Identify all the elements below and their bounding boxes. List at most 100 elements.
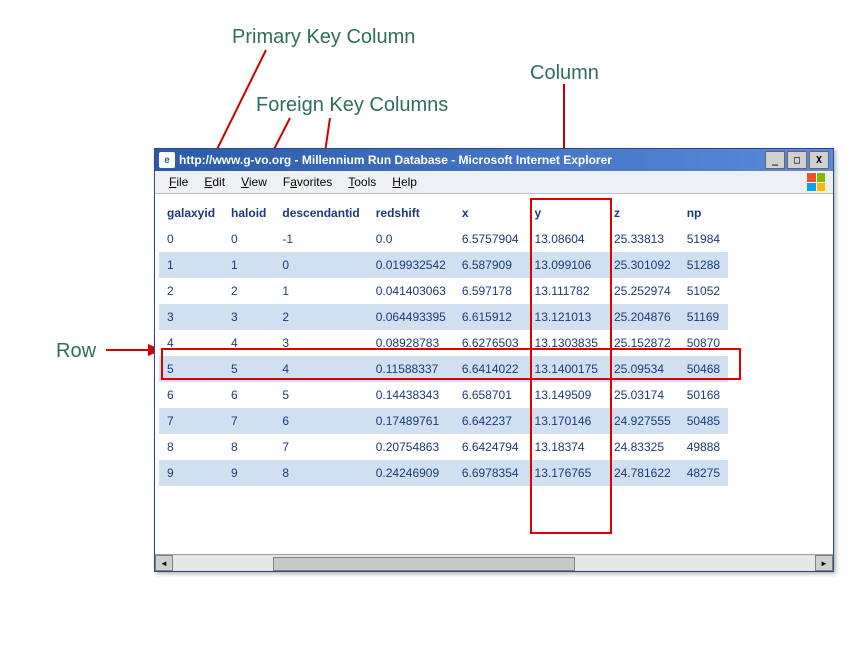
col-header-y: y [527, 200, 606, 226]
maximize-button[interactable]: □ [787, 151, 807, 169]
table-cell: 13.1303835 [527, 330, 606, 356]
table-cell: 6 [223, 382, 274, 408]
table-row: 2210.0414030636.59717813.11178225.252974… [159, 278, 728, 304]
table-cell: 49888 [679, 434, 728, 460]
scroll-left-button[interactable]: ◄ [155, 555, 173, 571]
table-cell: 4 [223, 330, 274, 356]
table-row: 7760.174897616.64223713.17014624.9275555… [159, 408, 728, 434]
col-header-galaxyid: galaxyid [159, 200, 223, 226]
table-cell: 2 [159, 278, 223, 304]
table-cell: 3 [274, 330, 367, 356]
table-cell: 6.597178 [454, 278, 527, 304]
scroll-track[interactable] [173, 556, 815, 570]
table-cell: 50468 [679, 356, 728, 382]
table-cell: 6.615912 [454, 304, 527, 330]
table-cell: 25.09534 [606, 356, 679, 382]
table-cell: 7 [159, 408, 223, 434]
windows-logo-icon [807, 173, 825, 191]
col-header-descendantid: descendantid [274, 200, 367, 226]
table-cell: 0.019932542 [368, 252, 454, 278]
table-row: 5540.115883376.641402213.140017525.09534… [159, 356, 728, 382]
browser-window: e http://www.g-vo.org - Millennium Run D… [154, 148, 834, 572]
table-cell: 25.204876 [606, 304, 679, 330]
table-cell: 6.6414022 [454, 356, 527, 382]
table-cell: 0.17489761 [368, 408, 454, 434]
table-cell: 25.03174 [606, 382, 679, 408]
table-cell: 6.6424794 [454, 434, 527, 460]
table-cell: 0.08928783 [368, 330, 454, 356]
table-cell: 25.33813 [606, 226, 679, 252]
table-cell: 0 [159, 226, 223, 252]
table-row: 8870.207548636.642479413.1837424.8332549… [159, 434, 728, 460]
table-cell: 13.170146 [527, 408, 606, 434]
table-cell: 13.18374 [527, 434, 606, 460]
table-cell: 13.149509 [527, 382, 606, 408]
table-header-row: galaxyid haloid descendantid redshift x … [159, 200, 728, 226]
table-cell: 13.1400175 [527, 356, 606, 382]
table-cell: 6.587909 [454, 252, 527, 278]
annotation-foreign-keys: Foreign Key Columns [256, 94, 448, 117]
col-header-z: z [606, 200, 679, 226]
table-cell: 0.14438343 [368, 382, 454, 408]
col-header-redshift: redshift [368, 200, 454, 226]
menu-file[interactable]: File [161, 173, 196, 191]
table-cell: 7 [223, 408, 274, 434]
table-cell: -1 [274, 226, 367, 252]
table-cell: 6 [159, 382, 223, 408]
table-cell: 6.6276503 [454, 330, 527, 356]
table-cell: 0.064493395 [368, 304, 454, 330]
horizontal-scrollbar[interactable]: ◄ ► [155, 554, 833, 571]
table-cell: 50485 [679, 408, 728, 434]
col-header-haloid: haloid [223, 200, 274, 226]
table-cell: 8 [159, 434, 223, 460]
table-cell: 0.041403063 [368, 278, 454, 304]
table-cell: 9 [223, 460, 274, 486]
table-cell: 13.111782 [527, 278, 606, 304]
table-cell: 5 [159, 356, 223, 382]
table-cell: 48275 [679, 460, 728, 486]
table-cell: 4 [274, 356, 367, 382]
table-cell: 51288 [679, 252, 728, 278]
scroll-thumb[interactable] [273, 557, 575, 571]
menubar: File Edit View Favorites Tools Help [155, 171, 833, 194]
table-cell: 2 [223, 278, 274, 304]
minimize-button[interactable]: _ [765, 151, 785, 169]
table-row: 1100.0199325426.58790913.09910625.301092… [159, 252, 728, 278]
titlebar: e http://www.g-vo.org - Millennium Run D… [155, 149, 833, 171]
table-cell: 25.252974 [606, 278, 679, 304]
table-cell: 25.301092 [606, 252, 679, 278]
close-button[interactable]: X [809, 151, 829, 169]
table-cell: 25.152872 [606, 330, 679, 356]
table-cell: 24.83325 [606, 434, 679, 460]
table-cell: 8 [274, 460, 367, 486]
menu-tools[interactable]: Tools [340, 173, 384, 191]
annotation-row: Row [56, 340, 96, 363]
table-cell: 0.0 [368, 226, 454, 252]
table-cell: 24.781622 [606, 460, 679, 486]
annotation-primary-key: Primary Key Column [232, 26, 415, 49]
table-cell: 13.176765 [527, 460, 606, 486]
table-cell: 0.20754863 [368, 434, 454, 460]
col-header-np: np [679, 200, 728, 226]
col-header-x: x [454, 200, 527, 226]
table-cell: 6 [274, 408, 367, 434]
window-controls: _ □ X [765, 151, 829, 169]
table-cell: 4 [159, 330, 223, 356]
menu-favorites[interactable]: Favorites [275, 173, 340, 191]
table-cell: 1 [223, 252, 274, 278]
table-cell: 9 [159, 460, 223, 486]
menu-help[interactable]: Help [384, 173, 425, 191]
table-cell: 13.08604 [527, 226, 606, 252]
table-cell: 50870 [679, 330, 728, 356]
table-cell: 51169 [679, 304, 728, 330]
menu-edit[interactable]: Edit [196, 173, 233, 191]
table-cell: 8 [223, 434, 274, 460]
content-area: galaxyid haloid descendantid redshift x … [155, 194, 833, 554]
table-cell: 51984 [679, 226, 728, 252]
table-cell: 6.658701 [454, 382, 527, 408]
table-cell: 5 [274, 382, 367, 408]
table-row: 6650.144383436.65870113.14950925.0317450… [159, 382, 728, 408]
menu-view[interactable]: View [233, 173, 275, 191]
scroll-right-button[interactable]: ► [815, 555, 833, 571]
table-cell: 51052 [679, 278, 728, 304]
